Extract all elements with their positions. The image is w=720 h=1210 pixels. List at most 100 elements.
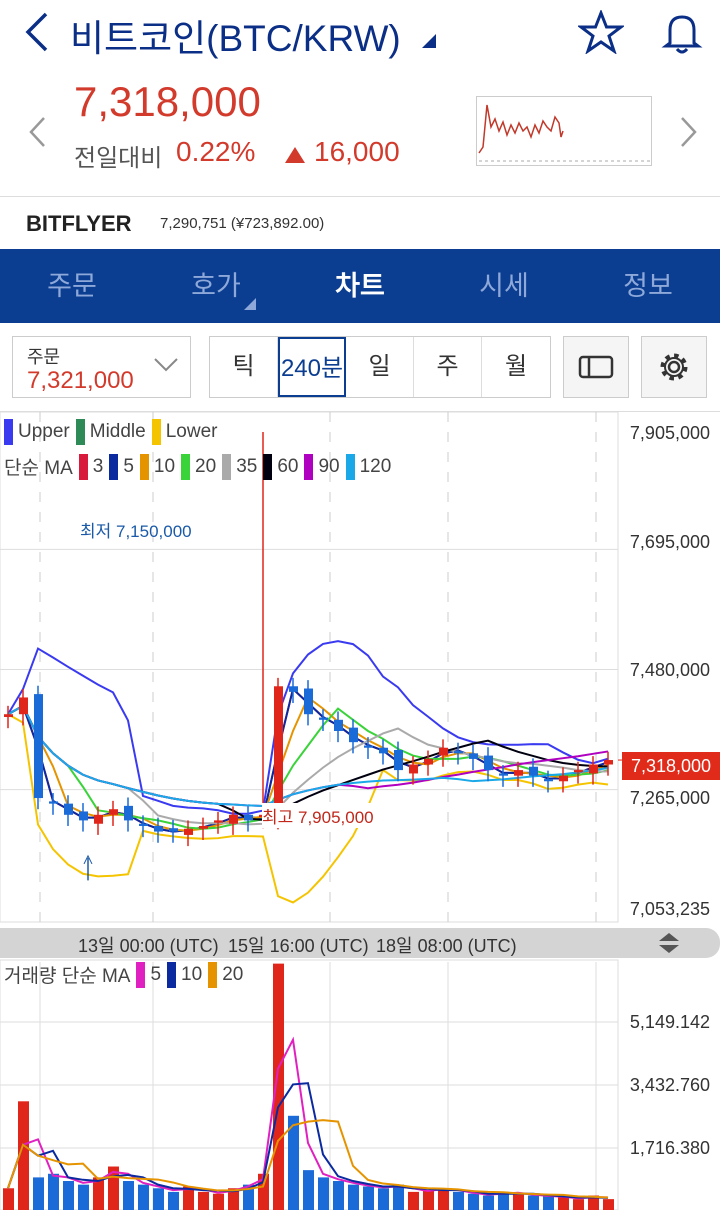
candle bbox=[289, 686, 298, 692]
legend-label: Middle bbox=[89, 421, 146, 442]
orderbook-corner-icon bbox=[244, 298, 256, 310]
legend-swatch bbox=[136, 961, 146, 988]
candle bbox=[199, 825, 208, 829]
volume-bar bbox=[393, 1184, 404, 1210]
candle bbox=[274, 686, 283, 819]
x-label: 13일 00:00 (UTC) bbox=[78, 936, 219, 956]
candle bbox=[454, 751, 463, 754]
next-icon[interactable] bbox=[678, 116, 698, 148]
legend-label: 5 bbox=[150, 963, 162, 985]
resize-handle-icon[interactable] bbox=[656, 931, 682, 955]
volume-bar bbox=[318, 1177, 329, 1210]
volume-bar bbox=[573, 1199, 584, 1210]
candle bbox=[109, 809, 118, 815]
volume-bar bbox=[63, 1181, 74, 1210]
legend-swatch bbox=[167, 961, 177, 988]
volume-bar bbox=[528, 1195, 539, 1210]
volume-bar bbox=[153, 1188, 164, 1210]
back-icon[interactable] bbox=[22, 12, 52, 52]
up-triangle-icon bbox=[285, 147, 305, 163]
page-title[interactable]: 비트코인(BTC/KRW) bbox=[70, 8, 401, 62]
candle bbox=[499, 773, 508, 776]
legend-label: 60 bbox=[277, 455, 299, 477]
candle bbox=[184, 828, 193, 835]
sparkline bbox=[476, 96, 652, 166]
volume-bar bbox=[303, 1170, 314, 1210]
candle bbox=[169, 828, 178, 832]
volume-bar bbox=[78, 1184, 89, 1210]
exchange-name: BITFLYER bbox=[26, 211, 132, 236]
settings-button[interactable] bbox=[641, 336, 707, 398]
bell-icon[interactable] bbox=[660, 10, 704, 54]
volume-bar bbox=[468, 1193, 479, 1210]
prev-icon[interactable] bbox=[28, 116, 48, 148]
volume-bar bbox=[378, 1188, 389, 1210]
volume-bar bbox=[363, 1186, 374, 1210]
candle bbox=[124, 805, 133, 821]
legend-swatch bbox=[4, 419, 13, 445]
order-value: 7,321,000 bbox=[27, 367, 134, 394]
exchange-price: 7,290,751 (¥723,892.00) bbox=[160, 215, 325, 232]
candle bbox=[379, 747, 388, 754]
panel-icon bbox=[578, 355, 614, 379]
volume-bar bbox=[168, 1191, 179, 1210]
tab-chart[interactable]: 차트 bbox=[288, 249, 432, 323]
star-icon[interactable] bbox=[578, 10, 624, 54]
y-tick: 7,265,000 bbox=[629, 788, 710, 808]
time-axis[interactable]: 13일 00:00 (UTC) 15일 16:00 (UTC) 18일 08:0… bbox=[0, 928, 720, 958]
x-label: 15일 16:00 (UTC) bbox=[228, 936, 369, 956]
candle bbox=[364, 745, 373, 748]
order-label: 주문 bbox=[27, 347, 61, 367]
candle bbox=[49, 801, 58, 804]
dropdown-icon[interactable] bbox=[422, 34, 436, 48]
period-month[interactable]: 월 bbox=[482, 337, 550, 397]
volume-bar bbox=[123, 1181, 134, 1210]
volume-bar bbox=[423, 1190, 434, 1210]
volume-bar bbox=[453, 1191, 464, 1210]
legend-label: 20 bbox=[195, 455, 217, 477]
volume-bar bbox=[3, 1188, 14, 1210]
candle bbox=[349, 727, 358, 743]
tab-orderbook[interactable]: 호가 bbox=[144, 249, 288, 323]
y-tick: 7,695,000 bbox=[629, 532, 710, 552]
legend-swatch bbox=[222, 453, 232, 480]
legend-swatch bbox=[78, 453, 88, 480]
volume-bar bbox=[333, 1181, 344, 1210]
candle bbox=[394, 749, 403, 771]
legend-swatch bbox=[263, 453, 273, 480]
candle bbox=[529, 766, 538, 776]
candle bbox=[559, 775, 568, 782]
period-week[interactable]: 주 bbox=[414, 337, 482, 397]
y-tick: 7,905,000 bbox=[629, 423, 710, 443]
legend-label: 5 bbox=[123, 455, 134, 477]
candle bbox=[304, 688, 313, 715]
tab-info[interactable]: 정보 bbox=[576, 249, 720, 323]
legend-label: 90 bbox=[318, 455, 340, 477]
legend-swatch bbox=[304, 453, 314, 480]
candle bbox=[4, 714, 13, 718]
candle bbox=[589, 764, 598, 774]
tab-quotes[interactable]: 시세 bbox=[432, 249, 576, 323]
legend-label: 35 bbox=[236, 455, 258, 477]
layout-button[interactable] bbox=[563, 336, 629, 398]
bb-upper-line bbox=[7, 640, 609, 815]
period-day[interactable]: 일 bbox=[346, 337, 414, 397]
candle bbox=[469, 753, 478, 759]
candle bbox=[544, 779, 553, 782]
volume-legend: 거래량 단순 MA 5 10 20 bbox=[4, 961, 243, 988]
bb-legend: Upper Middle Lower bbox=[4, 419, 217, 445]
tab-bar: 주문 호가 차트 시세 정보 bbox=[0, 249, 720, 323]
period-240min[interactable]: 240분 bbox=[278, 337, 346, 397]
candle bbox=[229, 814, 238, 824]
high-annotation: 최고 7,905,000 bbox=[262, 803, 374, 828]
candle bbox=[484, 755, 493, 771]
volume-bar bbox=[438, 1188, 449, 1210]
order-price-select[interactable]: 주문 7,321,000 bbox=[12, 336, 191, 398]
volume-bar bbox=[513, 1193, 524, 1210]
period-tick[interactable]: 틱 bbox=[210, 337, 278, 397]
period-selector: 틱 240분 일 주 월 bbox=[209, 336, 551, 398]
gear-icon bbox=[660, 353, 688, 381]
y-tick: 7,480,000 bbox=[629, 660, 710, 680]
volume-tick: 3,432.760 bbox=[629, 1075, 710, 1095]
tab-order[interactable]: 주문 bbox=[0, 249, 144, 323]
